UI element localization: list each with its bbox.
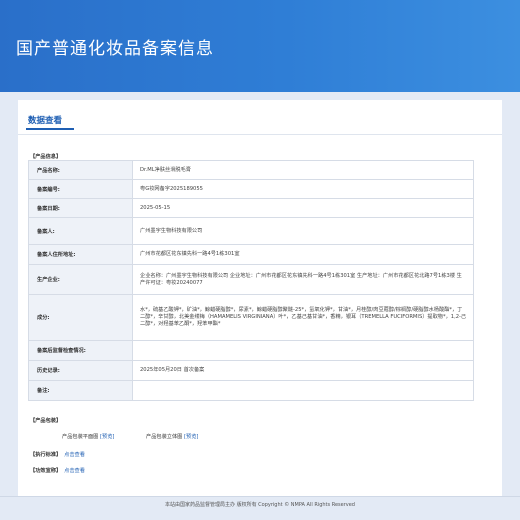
table-row: 历史记录: 2025年05月20日 首次备案: [28, 360, 474, 381]
page-title: 国产普通化妆品备案信息: [16, 39, 214, 59]
row-value: 水*，硫基乙酸钾*，矿油*，鲸蜡硬脂醇*，尿素*，鲸蜡硬脂醇聚醚-25*，氢氧化…: [132, 294, 474, 341]
row-label: 备案人:: [28, 217, 133, 245]
row-value: 粤G妆网备字2025189055: [132, 179, 474, 199]
row-label: 备案编号:: [28, 179, 133, 199]
standard-label: 【执行标准】: [30, 452, 62, 458]
table-row: 备案人: 广州墨宇生物科技有限公司: [28, 217, 474, 245]
packaging-plane-item: 产品包装平面图 [预览]: [62, 433, 114, 440]
footer-divider: [0, 496, 520, 497]
table-row: 产品名称: Dr.ML净肤丝滑脱毛膏: [28, 160, 474, 180]
product-info-table: 产品名称: Dr.ML净肤丝滑脱毛膏 备案编号: 粤G妆网备字202518905…: [28, 160, 474, 401]
row-value: 广州墨宇生物科技有限公司: [132, 217, 474, 245]
packaging-plane-preview-link[interactable]: [预览]: [100, 434, 114, 440]
row-label: 备案后监督检查情况:: [28, 340, 133, 361]
table-row: 备注:: [28, 380, 474, 401]
footer-copyright: 本站由国家药品监督管理局主办 版权所有 Copyright © NMPA All…: [165, 502, 355, 508]
row-value: [132, 380, 474, 401]
row-label: 产品名称:: [28, 160, 133, 180]
row-label: 备案日期:: [28, 198, 133, 218]
tab-active-indicator: [26, 128, 74, 130]
row-value: 2025年05月20日 首次备案: [132, 360, 474, 381]
table-row: 备案人住所地址: 广州市花都区花东镇先科一路4号1栋301室: [28, 244, 474, 265]
row-value: Dr.ML净肤丝滑脱毛膏: [132, 160, 474, 180]
packaging-plane-label: 产品包装平面图: [62, 434, 99, 440]
packaging-solid-item: 产品包装立体图 [预览]: [146, 433, 198, 440]
row-label: 生产企业:: [28, 264, 133, 295]
row-label: 历史记录:: [28, 360, 133, 381]
row-label: 备案人住所地址:: [28, 244, 133, 265]
table-row: 备案日期: 2025-05-15: [28, 198, 474, 218]
row-label: 备注:: [28, 380, 133, 401]
table-row: 备案编号: 粤G妆网备字2025189055: [28, 179, 474, 199]
tab-divider: [18, 134, 502, 135]
header-banner: 国产普通化妆品备案信息: [0, 0, 520, 92]
row-value: 2025-05-15: [132, 198, 474, 218]
table-row: 备案后监督检查情况:: [28, 340, 474, 361]
tab-data-view[interactable]: 数据查看: [28, 114, 62, 126]
row-label: 成分:: [28, 294, 133, 341]
standard-row: 【执行标准】 点击查看: [30, 451, 85, 458]
packaging-solid-preview-link[interactable]: [预览]: [184, 434, 198, 440]
efficacy-label: 【功效宣称】: [30, 468, 62, 474]
packaging-solid-label: 产品包装立体图: [146, 434, 183, 440]
efficacy-row: 【功效宣称】 点击查看: [30, 467, 85, 474]
row-value: [132, 340, 474, 361]
table-row: 成分: 水*，硫基乙酸钾*，矿油*，鲸蜡硬脂醇*，尿素*，鲸蜡硬脂醇聚醚-25*…: [28, 294, 474, 341]
row-value: 广州市花都区花东镇先科一路4号1栋301室: [132, 244, 474, 265]
standard-view-link[interactable]: 点击查看: [64, 452, 85, 458]
packaging-heading: 【产品包装】: [30, 418, 62, 424]
table-row: 生产企业: 企业名称：广州墨宇生物科技有限公司 企业地址：广州市花都区花东镇先科…: [28, 264, 474, 295]
efficacy-view-link[interactable]: 点击查看: [64, 468, 85, 474]
row-value: 企业名称：广州墨宇生物科技有限公司 企业地址：广州市花都区花东镇先科一路4号1栋…: [132, 264, 474, 295]
product-info-heading: 【产品信息】: [30, 154, 62, 160]
